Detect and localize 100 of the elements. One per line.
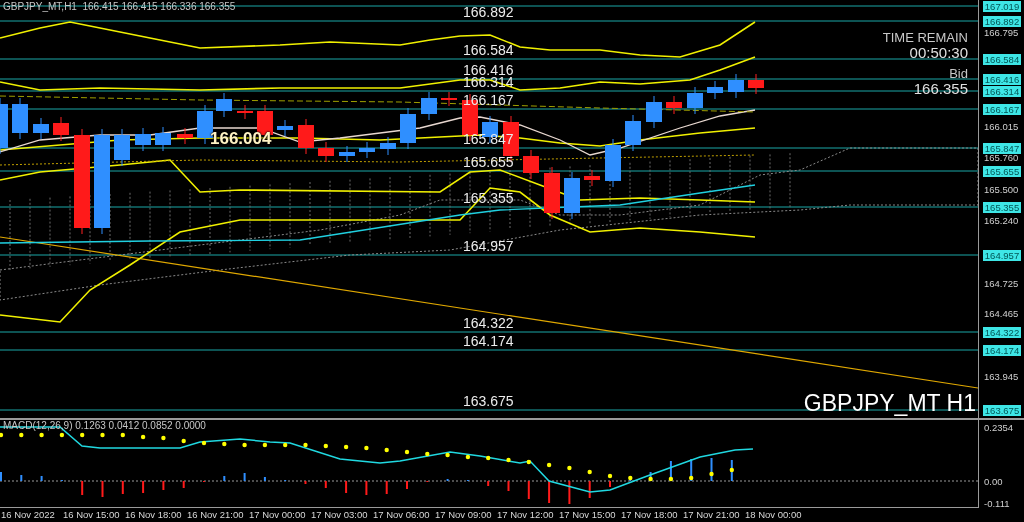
candlestick	[441, 91, 457, 107]
histogram-bar	[568, 481, 571, 504]
candlestick	[339, 145, 355, 163]
candlestick	[707, 80, 723, 100]
signal-dot	[19, 432, 24, 438]
level-price-tag: 167.019	[983, 1, 1021, 12]
price-tick: 164.725	[984, 278, 1019, 289]
level-price-tag: 166.892	[983, 16, 1021, 27]
candlestick	[177, 127, 193, 145]
candlestick	[564, 171, 580, 220]
level-label: 166.892	[463, 5, 514, 20]
signal-dot	[526, 459, 531, 465]
signal-dot	[587, 469, 592, 475]
time-label: 17 Nov 18:00	[620, 508, 679, 522]
level-price-tag: 165.355	[983, 202, 1021, 213]
candlestick	[114, 128, 130, 167]
signal-dot	[506, 457, 511, 463]
time-label: 16 Nov 2022	[0, 508, 56, 522]
candlestick	[277, 119, 293, 137]
level-price-tag: 164.957	[983, 250, 1021, 261]
histogram-bar	[304, 481, 307, 484]
signal-dot	[343, 444, 349, 450]
signal-dot	[140, 434, 146, 440]
histogram-bar	[40, 476, 43, 481]
time-label: 16 Nov 18:00	[124, 508, 183, 522]
price-tick: 166.015	[984, 121, 1019, 132]
time-label: 17 Nov 09:00	[434, 508, 493, 522]
time-label: 17 Nov 21:00	[682, 508, 741, 522]
candlestick	[400, 107, 416, 150]
countdown-title: TIME REMAIN	[882, 31, 968, 45]
signal-dot	[364, 445, 369, 451]
candlestick	[135, 127, 151, 152]
level-price-tag: 164.174	[983, 345, 1021, 356]
signal-dot	[486, 455, 491, 461]
signal-dot	[242, 442, 247, 448]
candlestick	[359, 141, 375, 159]
level-price-tag: 163.675	[983, 405, 1021, 416]
signal-dot	[465, 454, 471, 460]
symbol-caption: GBPJPY_MT H1	[803, 390, 976, 416]
level-price-tag: 166.416	[983, 74, 1021, 85]
level-price-tag: 166.167	[983, 104, 1021, 115]
time-label: 17 Nov 15:00	[558, 508, 617, 522]
histogram-bar	[629, 478, 632, 481]
time-label: 18 Nov 00:00	[744, 508, 803, 522]
histogram-bar	[223, 476, 226, 481]
signal-dot	[404, 449, 410, 455]
histogram-bar	[385, 481, 388, 494]
level-price-tag: 165.847	[983, 143, 1021, 154]
candlestick	[523, 149, 539, 180]
signal-dot	[262, 442, 268, 448]
bid-label: Bid	[949, 67, 968, 81]
level-label: 166.416	[463, 63, 514, 78]
macd-tick: 0.2354	[984, 422, 1014, 433]
histogram-bar	[527, 481, 530, 499]
level-price-tag: 166.584	[983, 54, 1021, 65]
candlestick	[687, 86, 703, 115]
histogram-bar	[263, 477, 266, 481]
histogram-bar	[182, 481, 185, 488]
histogram-bar	[345, 481, 348, 493]
signal-dot	[181, 438, 186, 444]
signal-dot	[607, 473, 613, 479]
level-label: 166.167	[463, 93, 514, 108]
candlestick	[0, 97, 8, 155]
signal-dot	[689, 475, 694, 481]
bid-price: 166.355	[913, 81, 968, 97]
histogram-bar	[142, 481, 145, 493]
candlestick	[646, 95, 662, 129]
time-label: 16 Nov 21:00	[186, 508, 245, 522]
countdown-time: 00:50:30	[909, 45, 968, 61]
signal-dot	[648, 476, 653, 482]
signal-dot	[546, 462, 552, 468]
histogram-bar	[162, 481, 165, 490]
candlestick	[544, 166, 560, 220]
signal-dot	[222, 441, 227, 447]
signal-dot	[323, 443, 328, 449]
histogram-bar	[548, 481, 551, 503]
signal-dot	[567, 465, 572, 471]
level-label: 164.174	[463, 334, 514, 349]
price-tick: 164.465	[984, 308, 1019, 319]
candlestick	[605, 138, 621, 188]
level-price-tag: 165.655	[983, 166, 1021, 177]
chart-header: GBPJPY_MT,H1 166.415 166.415 166.336 166.355	[3, 1, 236, 12]
signal-dot	[161, 435, 166, 441]
level-price-tag: 164.322	[983, 327, 1021, 338]
signal-dot	[668, 476, 674, 482]
price-tick: 166.795	[984, 27, 1019, 38]
candlestick	[197, 104, 213, 145]
histogram-bar	[81, 481, 84, 495]
time-label: 17 Nov 03:00	[310, 508, 369, 522]
signal-dot	[384, 447, 389, 453]
signal-dot	[628, 475, 633, 481]
candlestick	[625, 114, 641, 152]
price-tick: 165.760	[984, 152, 1019, 163]
signal-dot	[445, 452, 450, 458]
candlestick	[728, 73, 744, 99]
signal-dot	[100, 432, 105, 438]
histogram-bar	[324, 481, 327, 488]
level-price-tag: 166.314	[983, 86, 1021, 97]
signal-dot	[709, 471, 714, 477]
histogram-bar	[121, 481, 124, 494]
